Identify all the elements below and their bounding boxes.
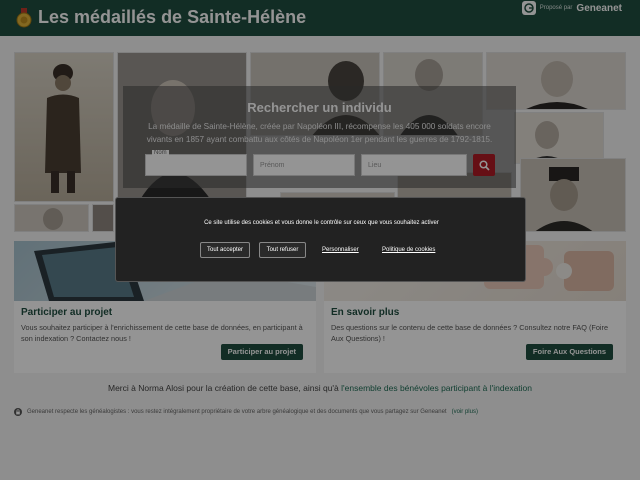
accept-all-button[interactable]: Tout accepter [200, 242, 250, 258]
refuse-all-button[interactable]: Tout refuser [259, 242, 306, 258]
cookie-message: Ce site utilise des cookies et vous donn… [204, 220, 439, 226]
cookie-policy-link[interactable]: Politique de cookies [382, 247, 435, 253]
cookie-banner: Ce site utilise des cookies et vous donn… [115, 197, 526, 282]
customize-link[interactable]: Personnaliser [322, 247, 359, 253]
